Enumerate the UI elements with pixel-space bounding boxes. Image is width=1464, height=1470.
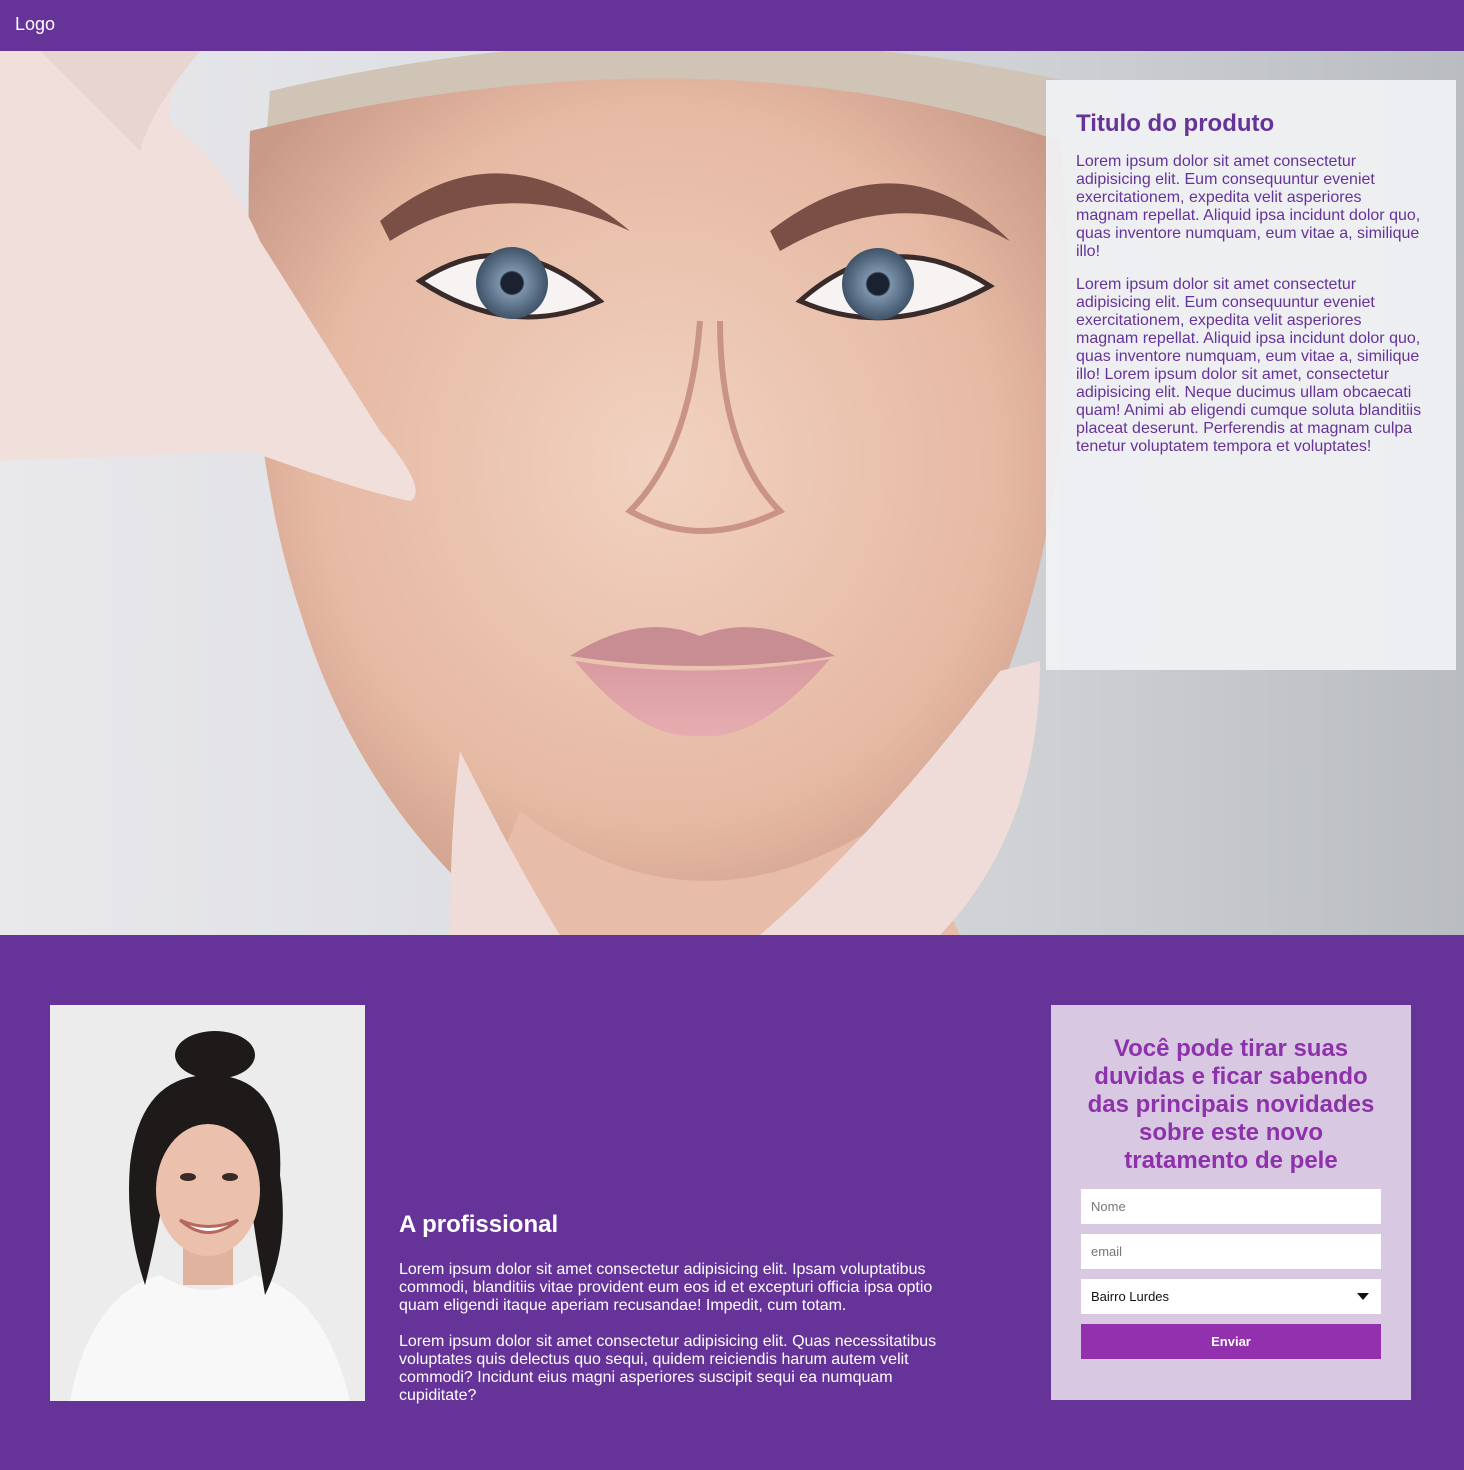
portrait-photo [50, 1005, 365, 1401]
neighborhood-select[interactable]: Bairro Lurdes [1081, 1279, 1381, 1314]
professional-description-1: Lorem ipsum dolor sit amet consectetur a… [399, 1261, 933, 1314]
logo[interactable]: Logo [15, 14, 1449, 35]
name-input[interactable] [1081, 1189, 1381, 1224]
hero-section: Titulo do produto Lorem ipsum dolor sit … [0, 51, 1464, 935]
product-info-card: Titulo do produto Lorem ipsum dolor sit … [1046, 80, 1456, 670]
top-bar: Logo [0, 0, 1464, 51]
contact-form: Você pode tirar suas duvidas e ficar sab… [1051, 1005, 1411, 1400]
professional-title: A profissional [399, 1211, 559, 1238]
professional-section: A profissional Lorem ipsum dolor sit ame… [0, 935, 1464, 1470]
form-title: Você pode tirar suas duvidas e ficar sab… [1087, 1035, 1375, 1174]
email-input[interactable] [1081, 1234, 1381, 1269]
portrait-illustration [50, 1005, 365, 1401]
product-title: Titulo do produto [1076, 110, 1275, 137]
professional-description-2: Lorem ipsum dolor sit amet consectetur a… [399, 1333, 937, 1404]
product-description-2: Lorem ipsum dolor sit amet consectetur a… [1076, 276, 1422, 455]
submit-button[interactable]: Enviar [1081, 1324, 1381, 1359]
professional-info: A profissional Lorem ipsum dolor sit ame… [399, 1211, 959, 1423]
product-description-1: Lorem ipsum dolor sit amet consectetur a… [1076, 153, 1421, 260]
neighborhood-selected-value: Bairro Lurdes [1091, 1289, 1170, 1304]
chevron-down-icon [1357, 1293, 1369, 1300]
